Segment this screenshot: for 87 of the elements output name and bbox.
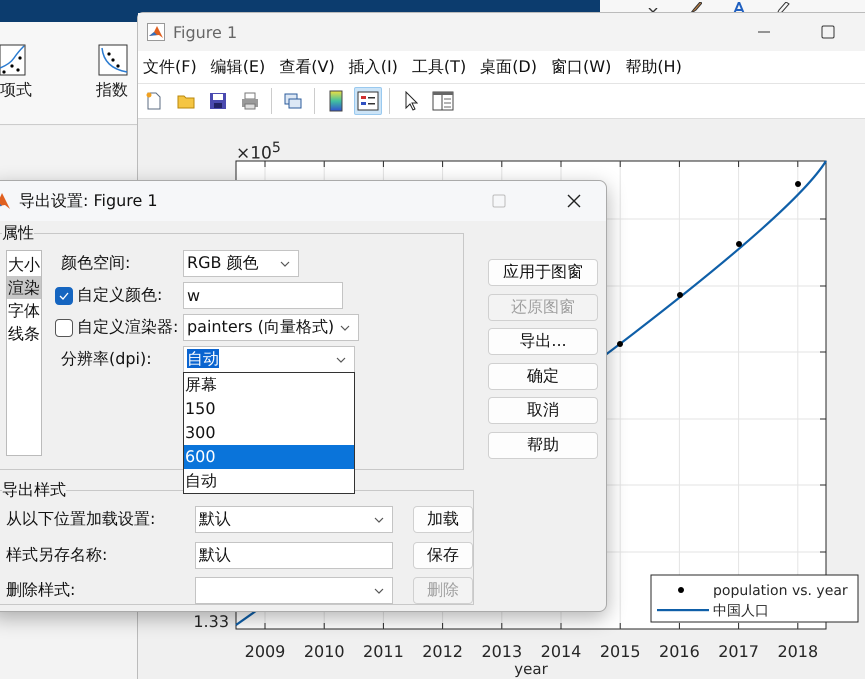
dropdown-option[interactable]: 600 [184,445,354,469]
dropdown-option[interactable]: 自动 [184,469,354,493]
setting-label: 自定义渲染器: [77,317,178,338]
x-tick-label: 2010 [304,642,345,661]
category-item[interactable]: 字体 [7,299,41,322]
data-point [677,292,683,298]
setting-label: 从以下位置加载设置: [6,509,156,530]
dropdown[interactable]: painters (向量格式) [183,314,359,341]
menu-item[interactable]: 查看(V) [279,56,335,78]
data-point [795,181,801,187]
setting-label: 分辨率(dpi): [61,349,152,370]
legend-label: population vs. year [713,583,848,599]
x-axis-label: year [514,660,548,678]
dropdown-option[interactable]: 150 [184,397,354,421]
dropdown[interactable]: 默认 [195,506,393,533]
window-title: Figure 1 [173,22,238,42]
menu-item[interactable]: 工具(T) [412,56,466,78]
chevron-down-icon [374,588,384,594]
menu-item[interactable]: 窗口(W) [551,56,612,78]
x-tick-label: 2009 [244,642,286,661]
x-tick-label: 2016 [659,642,700,661]
x-tick-label: 2014 [540,642,582,661]
input-field[interactable]: 默认 [195,542,393,568]
dropdown-option[interactable]: 300 [184,421,354,445]
maximize-icon[interactable] [820,24,836,40]
group-title: 属性 [2,225,34,241]
x-tick-label: 2015 [600,642,641,661]
menu-item[interactable]: 桌面(D) [480,56,537,78]
maximize-icon [492,194,506,208]
x-tick-label: 2017 [718,642,759,661]
setting-label: 样式另存名称: [6,544,108,566]
pencil-icon[interactable] [776,2,790,14]
x-tick-label: 2011 [363,642,404,661]
text-icon[interactable] [732,2,746,14]
checkbox[interactable] [55,318,73,336]
setting-label: 颜色空间: [61,253,130,274]
data-point [617,341,623,347]
exponential-fit-icon [98,44,128,76]
setting-label: 删除样式: [6,580,76,601]
colorbar-icon [329,90,343,112]
axis-exponent-label: ×10$^{5}$ [236,140,281,164]
printer-icon [240,91,260,111]
dialog-button[interactable]: 帮助 [488,432,598,458]
chevron-down-icon[interactable] [648,8,658,14]
chevron-down-icon [374,516,384,522]
category-item[interactable]: 渲染 [7,276,41,299]
menu-item[interactable]: 帮助(H) [625,56,682,78]
menu-item[interactable]: 插入(I) [348,56,398,78]
dialog-button[interactable]: 应用于图窗 [488,259,598,286]
marker-icon [678,587,684,593]
chevron-down-icon [340,324,350,330]
setting-label: 自定义颜色: [77,285,162,306]
input-field[interactable]: w [183,282,343,309]
close-icon[interactable] [566,193,582,209]
x-tick-label: 2018 [777,642,818,661]
category-item[interactable]: 线条 [7,322,41,345]
menu-item[interactable]: 编辑(E) [210,56,266,78]
style-button[interactable]: 保存 [413,542,473,568]
checkbox[interactable] [55,286,73,304]
data-point [736,241,742,247]
pointer-icon [404,91,418,111]
dropdown[interactable]: RGB 颜色 [183,250,299,277]
chevron-down-icon [336,356,346,362]
dialog-button[interactable]: 导出... [488,328,598,355]
dialog-button[interactable]: 取消 [488,397,598,424]
category-item[interactable]: 大小 [7,253,41,276]
dialog-button[interactable]: 确定 [488,362,598,390]
menu-item[interactable]: 文件(F) [143,56,197,78]
y-tick-label: 1.33 [193,612,229,631]
legend-label: 中国人口 [713,603,769,619]
dialog-title: 导出设置: Figure 1 [19,190,158,212]
save-icon [208,91,228,111]
property-panel-icon [432,91,454,111]
matlab-logo-icon [147,23,165,41]
toolbar-button[interactable] [354,87,382,115]
ribbon-item-label[interactable]: 指数 [96,80,128,101]
line-icon [657,609,709,612]
legend-icon [357,91,379,111]
x-tick-label: 2012 [422,642,463,661]
chevron-down-icon [280,260,290,266]
linked-windows-icon [283,91,303,111]
x-tick-label: 2013 [481,642,522,661]
style-button[interactable]: 加载 [413,506,473,533]
group-title: 导出样式 [2,482,66,498]
dropdown-option[interactable]: 屏幕 [184,373,354,397]
check-icon [59,292,69,300]
ribbon-item-label[interactable]: 项式 [0,80,32,101]
